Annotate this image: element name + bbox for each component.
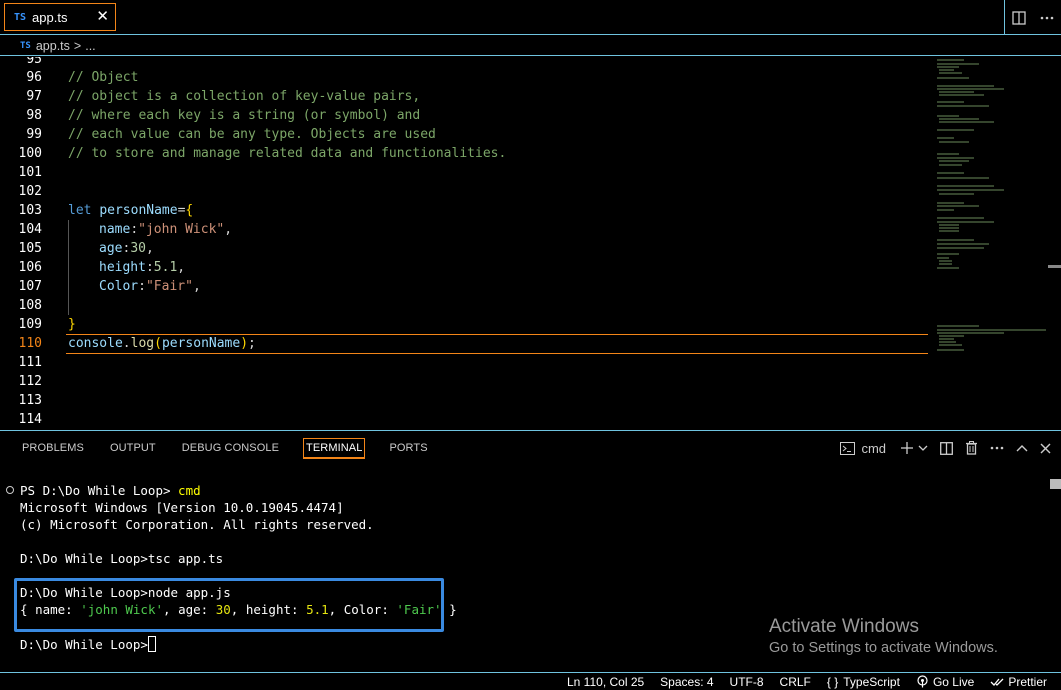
end-of-line[interactable]: CRLF <box>780 675 811 689</box>
scrollbar-thumb[interactable] <box>1048 265 1061 268</box>
code-line: 106 height:5.1, <box>18 260 186 275</box>
code-line: 102 <box>18 184 42 199</box>
shell-label: cmd <box>861 440 886 456</box>
tab-label: app.ts <box>32 9 68 25</box>
comment: // where each key is a string (or symbol… <box>68 108 421 123</box>
code-line: 111 <box>18 355 42 370</box>
new-terminal-button[interactable] <box>900 441 914 455</box>
code-line: 108 <box>18 298 42 313</box>
code-line: 97// object is a collection of key-value… <box>26 89 421 104</box>
comment: // each value can be any type. Objects a… <box>68 127 436 142</box>
code-text: height:5.1, <box>99 260 186 275</box>
code-line: 100// to store and manage related data a… <box>18 146 507 161</box>
tab-debug-console[interactable]: DEBUG CONSOLE <box>180 438 281 458</box>
code-line: 109 } <box>18 317 76 332</box>
code-line: 96// Object <box>26 70 139 85</box>
minimap[interactable] <box>934 58 1049 358</box>
broadcast-icon <box>917 675 928 688</box>
code-line: 113 <box>18 393 42 408</box>
terminal-icon <box>840 441 856 455</box>
code-line: 104 name:"john Wick", <box>18 222 233 237</box>
close-icon[interactable]: ✕ <box>96 8 109 26</box>
activation-watermark-subtitle: Go to Settings to activate Windows. <box>769 640 998 656</box>
command-decoration-icon[interactable] <box>6 486 14 494</box>
split-terminal-icon[interactable] <box>940 441 953 455</box>
typescript-file-icon: TS <box>20 40 31 51</box>
editor-tab-bar: TS app.ts ✕ <box>0 0 1061 35</box>
cursor-position[interactable]: Ln 110, Col 25 <box>567 675 644 689</box>
panel-tabs: PROBLEMS OUTPUT DEBUG CONSOLE TERMINAL P… <box>0 431 430 465</box>
tab-app-ts[interactable]: TS app.ts ✕ <box>4 3 116 31</box>
code-line: 103 let personName={ <box>18 203 194 218</box>
trash-icon[interactable] <box>965 441 978 455</box>
terminal-line: PS D:\Do While Loop> cmd <box>20 483 201 498</box>
terminal-prompt: D:\Do While Loop> <box>20 636 156 653</box>
comment: // Object <box>68 70 139 85</box>
terminal-line: Microsoft Windows [Version 10.0.19045.44… <box>20 500 344 515</box>
editor-actions <box>1004 0 1061 35</box>
breadcrumb-symbols[interactable]: ... <box>85 39 95 53</box>
code-text: name:"john Wick", <box>99 222 233 237</box>
prettier-status[interactable]: Prettier <box>990 675 1047 689</box>
tab-terminal[interactable]: TERMINAL <box>303 437 366 459</box>
scrollbar-thumb[interactable] <box>1050 479 1061 489</box>
terminal-line: D:\Do While Loop>tsc app.ts <box>20 551 224 566</box>
status-bar: Ln 110, Col 25 Spaces: 4 UTF-8 CRLF { } T… <box>0 672 1061 690</box>
comment: // to store and manage related data and … <box>68 146 507 161</box>
chevron-up-icon[interactable] <box>1016 444 1028 452</box>
chevron-right-icon: > <box>73 38 82 53</box>
tab-ports[interactable]: PORTS <box>387 438 429 458</box>
code-line: 107 Color:"Fair", <box>18 279 201 294</box>
tab-problems[interactable]: PROBLEMS <box>20 438 86 458</box>
chevron-down-icon[interactable] <box>918 445 928 451</box>
code-line: 112 <box>18 374 42 389</box>
code-text: Color:"Fair", <box>99 279 201 294</box>
activation-watermark-title: Activate Windows <box>769 616 919 637</box>
code-line: 99// each value can be any type. Objects… <box>26 127 436 142</box>
plus-icon <box>901 442 913 454</box>
more-actions-icon[interactable] <box>990 446 1004 450</box>
output-highlight-box <box>14 578 444 632</box>
double-check-icon <box>990 678 1004 686</box>
close-icon[interactable] <box>1040 443 1051 454</box>
terminal-shell-selector[interactable]: cmd <box>840 441 886 456</box>
typescript-file-icon: TS <box>14 11 27 23</box>
code-editor[interactable]: 95 96// Object 97// object is a collecti… <box>0 57 1061 429</box>
code-text: age:30, <box>99 241 154 256</box>
terminal-cursor <box>147 636 156 652</box>
go-live-button[interactable]: Go Live <box>916 675 974 689</box>
code-text: } <box>68 317 76 332</box>
panel-actions: cmd <box>828 431 1051 465</box>
breadcrumb-file[interactable]: app.ts <box>36 39 70 53</box>
terminal-line: (c) Microsoft Corporation. All rights re… <box>20 517 374 532</box>
breadcrumb: TS app.ts > ... <box>0 36 1061 56</box>
code-line: 105 age:30, <box>18 241 154 256</box>
comment: // object is a collection of key-value p… <box>68 89 421 104</box>
encoding[interactable]: UTF-8 <box>730 675 764 689</box>
tab-output[interactable]: OUTPUT <box>108 438 158 458</box>
code-text: let personName={ <box>68 203 194 218</box>
split-editor-icon[interactable] <box>1005 0 1033 35</box>
more-actions-icon[interactable] <box>1033 0 1061 35</box>
code-line: 114 <box>18 412 42 427</box>
language-mode[interactable]: { } TypeScript <box>827 675 900 689</box>
indentation[interactable]: Spaces: 4 <box>660 675 713 689</box>
code-line: 98// where each key is a string (or symb… <box>26 108 421 123</box>
code-line-active: 110 console.log(personName); <box>18 336 256 351</box>
code-line: 101 <box>18 165 42 180</box>
code-text: console.log(personName); <box>68 336 256 351</box>
braces-icon: { } <box>826 674 839 689</box>
